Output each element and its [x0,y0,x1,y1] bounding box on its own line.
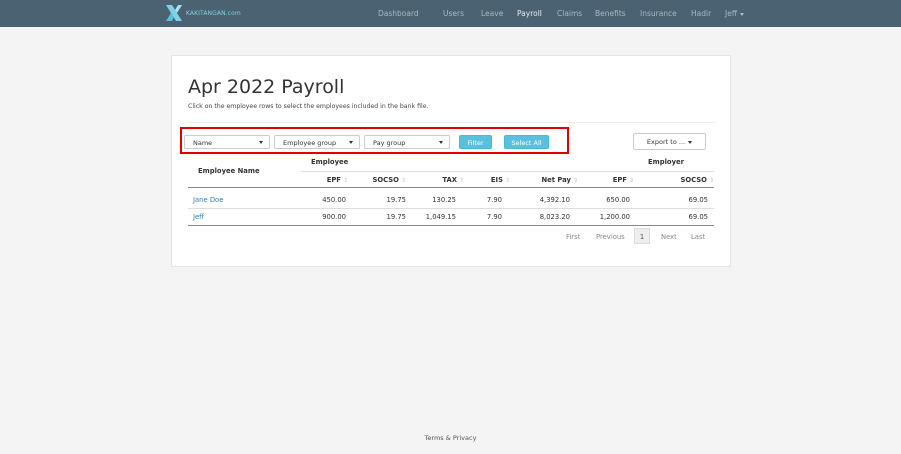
nav-hadir[interactable]: Hadir [691,9,711,18]
header-tax[interactable]: TAX ⇕ [412,176,464,184]
nav-user-menu[interactable]: Jeff [725,9,744,18]
header-net-pay-label: Net Pay [541,176,571,184]
nav-leave[interactable]: Leave [481,9,503,18]
employee-group-select-value: Employee group [283,139,337,147]
brand-name: KAKITANGAN.com [186,9,241,17]
sort-icon: ⇕ [628,177,634,184]
cell-employer-epf: 650.00 [606,196,630,204]
header-socso-label: SOCSO [372,176,399,184]
cell-net-pay: 8,023.20 [539,213,570,221]
header-tax-label: TAX [442,176,457,184]
header-group-employer: Employer [648,158,684,166]
sort-icon: ⇕ [708,177,714,184]
select-all-button[interactable]: Select All [504,135,549,149]
cell-eis: 7.90 [486,196,502,204]
cell-socso: 19.75 [386,196,406,204]
user-name: Jeff [725,9,737,18]
header-employer-epf-label: EPF [612,176,627,184]
pagination-first[interactable]: First [566,233,580,241]
nav-users[interactable]: Users [443,9,464,18]
cell-employer-socso: 69.05 [688,213,708,221]
header-group-employee: Employee [311,158,349,166]
header-employee-name[interactable]: Employee Name [198,167,260,175]
employee-name-link[interactable]: Jeff [193,213,204,221]
payroll-card: Apr 2022 Payroll Click on the employee r… [171,55,731,267]
header-employer-socso[interactable]: SOCSO ⇕ [650,176,715,184]
sort-icon: ⇕ [504,177,510,184]
nav-benefits[interactable]: Benefits [595,9,626,18]
brand-logo-icon [166,5,182,21]
name-select[interactable]: Name [184,135,270,149]
cell-tax: 1,049.15 [425,213,456,221]
nav-claims[interactable]: Claims [557,9,582,18]
cell-epf: 900.00 [322,213,346,221]
sort-icon: ⇕ [342,177,348,184]
filter-toolbar: Name Employee group Pay group Filter Sel… [180,127,569,154]
table-bottom-border [188,225,714,226]
pagination-last[interactable]: Last [691,233,705,241]
chevron-down-icon [259,141,263,144]
export-dropdown-button[interactable]: Export to ... [633,133,706,150]
employee-name-link[interactable]: Jane Doe [193,196,223,204]
chevron-down-icon [688,140,693,144]
header-net-pay[interactable]: Net Pay ⇕ [516,176,578,184]
chevron-down-icon [439,141,443,144]
cell-epf: 450.00 [322,196,346,204]
header-divider [301,171,714,172]
employee-group-select[interactable]: Employee group [274,135,360,149]
cell-employer-epf: 1,200.00 [599,213,630,221]
page-subtitle: Click on the employee rows to select the… [188,103,429,110]
chevron-down-icon [349,141,353,144]
export-button-label: Export to ... [646,138,686,146]
header-employer-epf[interactable]: EPF ⇕ [584,176,634,184]
pagination-previous[interactable]: Previous [596,233,625,241]
nav-dashboard[interactable]: Dashboard [378,9,419,18]
name-select-value: Name [193,139,213,147]
header-epf[interactable]: EPF ⇕ [298,176,348,184]
row-divider [188,208,714,209]
header-epf-label: EPF [326,176,341,184]
header-bottom-border [188,187,714,188]
cell-eis: 7.90 [486,213,502,221]
filter-button[interactable]: Filter [459,135,492,149]
chevron-down-icon [740,12,744,16]
pay-group-select[interactable]: Pay group [364,135,450,149]
brand[interactable]: KAKITANGAN.com [165,4,241,22]
top-navbar: KAKITANGAN.com Dashboard Users Leave Pay… [0,0,901,27]
header-employer-socso-label: SOCSO [680,176,707,184]
divider [188,122,716,123]
page-title: Apr 2022 Payroll [188,76,345,98]
cell-tax: 130.25 [432,196,456,204]
nav-payroll[interactable]: Payroll [517,9,542,18]
pagination-current-page[interactable]: 1 [634,228,650,244]
pay-group-select-value: Pay group [373,139,406,147]
cell-socso: 19.75 [386,213,406,221]
header-socso[interactable]: SOCSO ⇕ [354,176,407,184]
nav-insurance[interactable]: Insurance [640,9,677,18]
sort-icon: ⇕ [400,177,406,184]
sort-icon: ⇕ [458,177,464,184]
footer-terms-link[interactable]: Terms & Privacy [0,434,901,442]
header-eis-label: EIS [490,176,503,184]
pagination-next[interactable]: Next [661,233,677,241]
sort-icon: ⇕ [572,177,578,184]
header-eis[interactable]: EIS ⇕ [468,176,510,184]
cell-net-pay: 4,392.10 [539,196,570,204]
cell-employer-socso: 69.05 [688,196,708,204]
